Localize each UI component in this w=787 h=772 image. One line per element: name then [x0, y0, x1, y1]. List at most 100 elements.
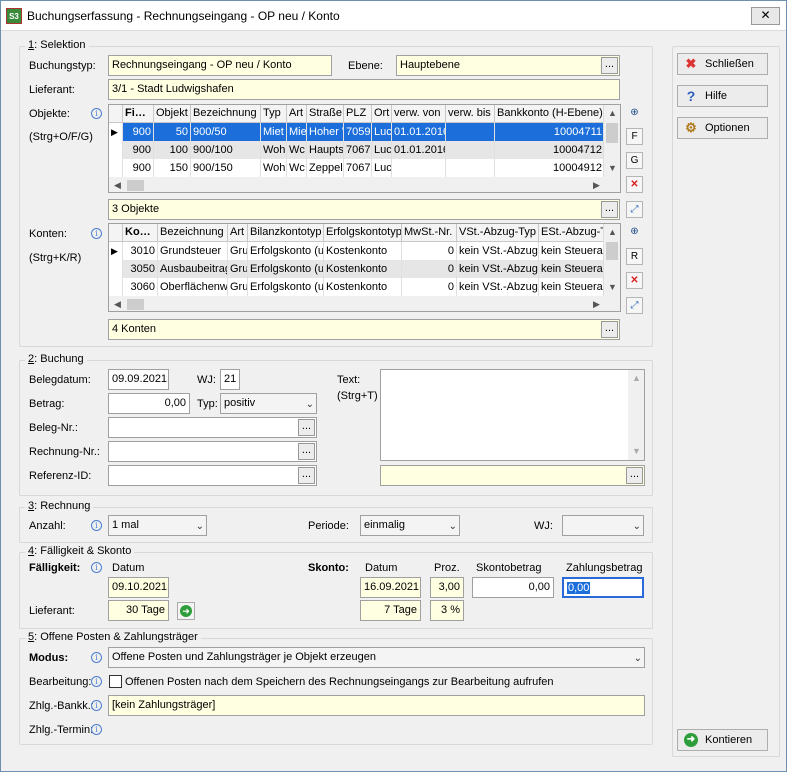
- close-button[interactable]: ✕: [751, 7, 780, 25]
- lieferant-tage-field[interactable]: 30 Tage: [108, 600, 169, 621]
- kto-col-header[interactable]: VSt.-Abzug-Typ: [457, 224, 539, 242]
- zhlg-bankk-field[interactable]: [kein Zahlungsträger]: [108, 695, 645, 716]
- skontobetrag-field[interactable]: 0,00: [472, 577, 554, 598]
- obj-col-header[interactable]: Art: [287, 105, 307, 123]
- obj-col-header[interactable]: Fi…: [123, 105, 154, 123]
- objekte-g-button[interactable]: G: [626, 152, 643, 169]
- scroll-down-icon[interactable]: ▼: [628, 443, 644, 460]
- typ-select[interactable]: positiv ⌄: [220, 393, 317, 414]
- konten-hscrollbar[interactable]: ◀ ▶: [109, 296, 620, 311]
- objekte-browse-button[interactable]: ...: [601, 201, 618, 218]
- faelligkeit-info-icon[interactable]: i: [91, 562, 102, 573]
- text-scrollbar[interactable]: ▲ ▼: [628, 370, 644, 460]
- referenz-browse-button[interactable]: ...: [298, 467, 315, 484]
- objekte-info-icon[interactable]: i: [91, 108, 102, 119]
- table-row[interactable]: ▶ 900 50 900/50 Miet Mie Hoher W 7059 Lu…: [109, 123, 605, 141]
- konten-grid[interactable]: Ko… Bezeichnung Art Bilanzkontotyp Erfol…: [108, 223, 621, 312]
- objekte-search-button[interactable]: ⊕: [626, 105, 643, 122]
- obj-col-header[interactable]: Bankkonto (H-Ebene): [495, 105, 605, 123]
- scroll-thumb[interactable]: [127, 299, 144, 310]
- obj-col-header[interactable]: Straße: [307, 105, 344, 123]
- scroll-right-icon[interactable]: ▶: [588, 296, 605, 311]
- obj-col-header[interactable]: verw. von: [392, 105, 446, 123]
- skonto-datum-field[interactable]: 16.09.2021: [360, 577, 421, 598]
- kto-col-header[interactable]: Art: [228, 224, 248, 242]
- text-lookup-field[interactable]: ...: [380, 465, 645, 486]
- obj-col-header[interactable]: verw. bis: [446, 105, 495, 123]
- bearbeitung-info-icon[interactable]: i: [91, 676, 102, 687]
- proz-field[interactable]: 3,00: [430, 577, 464, 598]
- obj-col-header[interactable]: Typ: [261, 105, 287, 123]
- scroll-thumb[interactable]: [606, 123, 618, 143]
- konten-summary-field[interactable]: 4 Konten...: [108, 319, 620, 340]
- kontieren-button[interactable]: ➜ Kontieren: [677, 729, 768, 751]
- optionen-button[interactable]: ⚙ Optionen: [677, 117, 768, 139]
- table-row[interactable]: 3050 Ausbaubeitrag Gru Erfolgskonto (u K…: [109, 260, 605, 278]
- konten-info-icon[interactable]: i: [91, 228, 102, 239]
- konten-search-button[interactable]: ⊕: [626, 224, 643, 241]
- ebene-browse-button[interactable]: ...: [601, 57, 618, 74]
- rechnungsnr-browse-button[interactable]: ...: [298, 443, 315, 460]
- scroll-left-icon[interactable]: ◀: [109, 177, 126, 192]
- kto-col-header[interactable]: Erfolgskontotyp: [324, 224, 402, 242]
- zhlg-bankk-info-icon[interactable]: i: [91, 700, 102, 711]
- objekte-hscrollbar[interactable]: ◀ ▶: [109, 177, 620, 192]
- konten-expand-button[interactable]: ⤢: [626, 297, 643, 314]
- text-browse-button[interactable]: ...: [626, 467, 643, 484]
- scroll-up-icon[interactable]: ▲: [604, 224, 620, 241]
- table-row[interactable]: ▶ 3010 Grundsteuer Gru Erfolgskonto (u K…: [109, 242, 605, 260]
- scroll-right-icon[interactable]: ▶: [588, 177, 605, 192]
- modus-info-icon[interactable]: i: [91, 652, 102, 663]
- scroll-left-icon[interactable]: ◀: [109, 296, 126, 311]
- rech-wj-select[interactable]: ⌄: [562, 515, 644, 536]
- faelligkeit-datum-field[interactable]: 09.10.2021: [108, 577, 169, 598]
- table-row[interactable]: 900 100 900/100 Woh Wc Haupts 7067 Luc 0…: [109, 141, 605, 159]
- obj-col-header[interactable]: PLZ: [344, 105, 372, 123]
- obj-col-header[interactable]: Objekt: [154, 105, 191, 123]
- betrag-field[interactable]: 0,00: [108, 393, 190, 414]
- konten-vscrollbar[interactable]: ▲ ▼: [603, 224, 620, 296]
- scroll-up-icon[interactable]: ▲: [604, 105, 620, 122]
- kto-col-header[interactable]: Ko…: [123, 224, 158, 242]
- text-area[interactable]: ▲ ▼: [380, 369, 645, 461]
- table-row[interactable]: 900 150 900/150 Woh Wc Zeppel 7067 Luc 1…: [109, 159, 605, 177]
- konten-r-button[interactable]: R: [626, 248, 643, 265]
- objekte-grid[interactable]: Fi… Objekt Bezeichnung Typ Art Straße PL…: [108, 104, 621, 193]
- objekte-f-button[interactable]: F: [626, 128, 643, 145]
- scroll-thumb[interactable]: [127, 180, 144, 191]
- modus-select[interactable]: Offene Posten und Zahlungsträger je Obje…: [108, 647, 645, 668]
- scroll-down-icon[interactable]: ▼: [604, 160, 620, 177]
- kto-col-header[interactable]: ESt.-Abzug-T: [539, 224, 605, 242]
- scroll-up-icon[interactable]: ▲: [628, 370, 644, 387]
- schliessen-button[interactable]: ✖ Schließen: [677, 53, 768, 75]
- anzahl-select[interactable]: 1 mal ⌄: [108, 515, 207, 536]
- konten-remove-button[interactable]: ✕: [626, 272, 643, 289]
- bearbeitung-checkbox[interactable]: [109, 675, 122, 688]
- belegdatum-field[interactable]: 09.09.2021: [108, 369, 169, 390]
- zhlg-termin-info-icon[interactable]: i: [91, 724, 102, 735]
- objekte-remove-button[interactable]: ✕: [626, 176, 643, 193]
- belegnr-field[interactable]: ...: [108, 417, 317, 438]
- objekte-expand-button[interactable]: ⤢: [626, 201, 643, 218]
- skonto-tage-field[interactable]: 7 Tage: [360, 600, 421, 621]
- kto-col-header[interactable]: Bilanzkontotyp: [248, 224, 324, 242]
- lieferant-field[interactable]: 3/1 - Stadt Ludwigshafen: [108, 79, 620, 100]
- skonto-proz-field[interactable]: 3 %: [430, 600, 464, 621]
- rechnungsnr-field[interactable]: ...: [108, 441, 317, 462]
- buchungstyp-field[interactable]: Rechnungseingang - OP neu / Konto: [108, 55, 332, 76]
- obj-col-header[interactable]: Ort: [372, 105, 392, 123]
- kto-col-header[interactable]: Bezeichnung: [158, 224, 228, 242]
- kto-col-header[interactable]: MwSt.-Nr.: [402, 224, 457, 242]
- obj-col-header[interactable]: Bezeichnung: [191, 105, 261, 123]
- referenz-field[interactable]: ...: [108, 465, 317, 486]
- objekte-summary-field[interactable]: 3 Objekte...: [108, 199, 620, 220]
- scroll-down-icon[interactable]: ▼: [604, 279, 620, 296]
- objekte-vscrollbar[interactable]: ▲ ▼: [603, 105, 620, 177]
- periode-select[interactable]: einmalig ⌄: [360, 515, 460, 536]
- table-row[interactable]: 3060 Oberflächenw Gru Erfolgskonto (u Ko…: [109, 278, 605, 296]
- belegnr-browse-button[interactable]: ...: [298, 419, 315, 436]
- scroll-thumb[interactable]: [606, 242, 618, 260]
- konten-browse-button[interactable]: ...: [601, 321, 618, 338]
- ebene-field[interactable]: Hauptebene...: [396, 55, 620, 76]
- hilfe-button[interactable]: ? Hilfe: [677, 85, 768, 107]
